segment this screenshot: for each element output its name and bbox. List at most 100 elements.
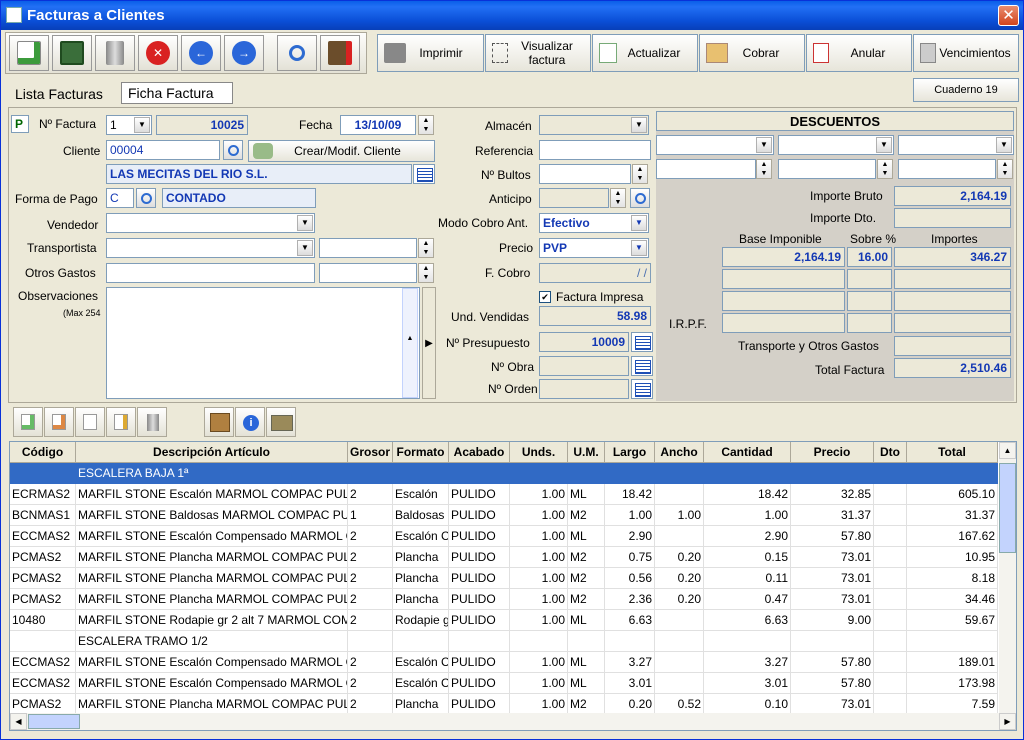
edit-line-button[interactable] (106, 407, 136, 437)
col-header-descripcion[interactable]: Descripción Artículo (76, 442, 348, 463)
advance-search-button[interactable] (630, 188, 650, 208)
table-row[interactable]: PCMAS2 MARFIL STONE Plancha MARMOL COMPAC… (10, 694, 998, 715)
series-select[interactable]: 1 ▼ (106, 115, 152, 135)
payment-code-field[interactable]: C (106, 188, 134, 208)
col-header-cantidad[interactable]: Cantidad (704, 442, 791, 463)
work-list-button[interactable] (631, 356, 653, 376)
table-row[interactable]: BCNMAS1 MARFIL STONE Baldosas MARMOL COMP… (10, 505, 998, 526)
col-header-unds[interactable]: Unds. (510, 442, 568, 463)
price-select[interactable]: PVP ▼ (539, 238, 649, 258)
scroll-thumb[interactable] (999, 463, 1016, 553)
group-row[interactable]: ESCALERA TRAMO 1/2 (10, 631, 998, 652)
notes-scrollbar[interactable]: ▲ (402, 288, 418, 398)
carrier-select[interactable]: ▼ (106, 238, 315, 258)
table-row[interactable]: ECCMAS2 MARFIL STONE Escalón Compensado M… (10, 652, 998, 673)
table-row[interactable]: PCMAS2 MARFIL STONE Plancha MARMOL COMPAC… (10, 589, 998, 610)
insert-line-button[interactable] (44, 407, 74, 437)
tab-card[interactable]: Ficha Factura (121, 82, 233, 104)
reference-field[interactable] (539, 140, 651, 160)
group-row[interactable]: ESCALERA BAJA 1ª (10, 463, 998, 484)
table-row[interactable]: 10480 MARFIL STONE Rodapie gr 2 alt 7 MAR… (10, 610, 998, 631)
carrier-amount[interactable] (319, 238, 417, 258)
exit-button[interactable] (320, 35, 360, 71)
seller-select[interactable]: ▼ (106, 213, 315, 233)
search-button[interactable] (277, 35, 317, 71)
horizontal-scrollbar[interactable]: ◀ ▶ (10, 713, 1016, 730)
other-expenses-spinner[interactable]: ▲ ▼ (418, 263, 434, 283)
notes-textarea[interactable] (106, 287, 420, 399)
client-search-button[interactable] (223, 140, 243, 160)
carrier-spinner[interactable]: ▲ ▼ (418, 238, 434, 258)
col-header-ancho[interactable]: Ancho (655, 442, 704, 463)
table-row[interactable]: ECCMAS2 MARFIL STONE Escalón Compensado M… (10, 673, 998, 694)
notebook-button[interactable]: Cuaderno 19 (913, 78, 1019, 102)
order-field[interactable] (539, 379, 629, 399)
other-expenses-field[interactable] (106, 263, 315, 283)
scroll-up-icon[interactable]: ▲ (999, 442, 1016, 459)
mode-select[interactable]: Efectivo ▼ (539, 213, 649, 233)
table-row[interactable]: PCMAS2 MARFIL STONE Plancha MARMOL COMPAC… (10, 568, 998, 589)
client-edit-button[interactable]: Crear/Modif. Cliente (248, 140, 435, 162)
scroll-right-icon[interactable]: ▶ (999, 713, 1016, 730)
payment-search-button[interactable] (136, 188, 156, 208)
delete-button[interactable] (95, 35, 135, 71)
printed-checkbox[interactable]: ✔ (539, 291, 551, 303)
client-code-field[interactable]: 00004 (106, 140, 220, 160)
advance-field[interactable] (539, 188, 609, 208)
discount-pct-2[interactable] (778, 159, 876, 179)
col-header-precio[interactable]: Precio (791, 442, 874, 463)
vertical-scrollbar[interactable]: ▲ (999, 442, 1016, 714)
store-select[interactable]: ▼ (539, 115, 649, 135)
close-button[interactable]: ✕ (998, 5, 1019, 26)
col-header-largo[interactable]: Largo (605, 442, 655, 463)
scroll-left-icon[interactable]: ◀ (10, 713, 27, 730)
stock-button[interactable] (266, 407, 296, 437)
cancel-button[interactable]: ✕ (138, 35, 178, 71)
col-header-grosor[interactable]: Grosor (348, 442, 393, 463)
h-scroll-thumb[interactable] (28, 714, 80, 729)
discount-select-3[interactable]: ▼ (898, 135, 1014, 155)
cancel-invoice-button[interactable]: Anular (806, 34, 912, 72)
budget-list-button[interactable] (631, 332, 653, 352)
info-button[interactable]: i (235, 407, 265, 437)
delete-line-button[interactable] (137, 407, 167, 437)
packages-field[interactable] (539, 164, 631, 184)
client-list-button[interactable] (413, 164, 435, 184)
discount-spinner-2[interactable]: ▲ ▼ (877, 159, 893, 179)
col-header-um[interactable]: U.M. (568, 442, 605, 463)
table-row[interactable]: PCMAS2 MARFIL STONE Plancha MARMOL COMPAC… (10, 547, 998, 568)
col-header-total[interactable]: Total (907, 442, 998, 463)
col-header-acabado[interactable]: Acabado (449, 442, 510, 463)
add-line-button[interactable] (13, 407, 43, 437)
charge-button[interactable]: Cobrar (699, 34, 805, 72)
col-header-codigo[interactable]: Código (10, 442, 76, 463)
col-header-dto[interactable]: Dto (874, 442, 907, 463)
discount-pct-1[interactable] (656, 159, 756, 179)
discount-spinner-1[interactable]: ▲ ▼ (756, 159, 772, 179)
discount-select-2[interactable]: ▼ (778, 135, 894, 155)
save-button[interactable] (52, 35, 92, 71)
preview-button[interactable]: Visualizar factura (485, 34, 591, 72)
order-list-button[interactable] (631, 379, 653, 399)
table-row[interactable]: ECRMAS2 MARFIL STONE Escalón MARMOL COMPA… (10, 484, 998, 505)
due-dates-button[interactable]: Vencimientos (913, 34, 1019, 72)
table-row[interactable]: ECCMAS2 MARFIL STONE Escalón Compensado M… (10, 526, 998, 547)
print-button[interactable]: Imprimir (377, 34, 484, 72)
discount-select-1[interactable]: ▼ (656, 135, 774, 155)
discount-spinner-3[interactable]: ▲ ▼ (997, 159, 1013, 179)
back-button[interactable]: ← (181, 35, 221, 71)
blank-line-button[interactable] (75, 407, 105, 437)
forward-button[interactable]: → (224, 35, 264, 71)
date-field[interactable]: 13/10/09 (340, 115, 416, 135)
work-field[interactable] (539, 356, 629, 376)
tab-list[interactable]: Lista Facturas (9, 84, 109, 106)
other-expenses-amount[interactable] (319, 263, 417, 283)
discount-pct-3[interactable] (898, 159, 996, 179)
advance-spinner[interactable]: ▲ ▼ (610, 188, 626, 208)
packages-spinner[interactable]: ▲ ▼ (632, 164, 648, 184)
col-header-formato[interactable]: Formato (393, 442, 449, 463)
new-doc-button[interactable] (9, 35, 49, 71)
update-button[interactable]: Actualizar (592, 34, 698, 72)
date-spinner[interactable]: ▲ ▼ (418, 115, 434, 135)
package-button[interactable] (204, 407, 234, 437)
